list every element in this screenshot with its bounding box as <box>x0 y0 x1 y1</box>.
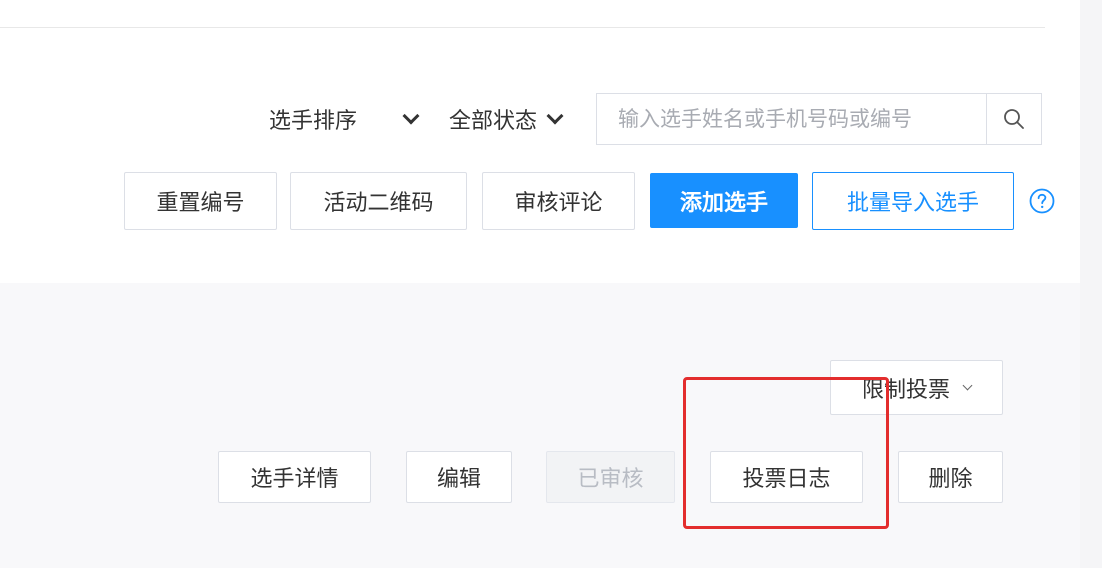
review-comments-label: 审核评论 <box>514 191 603 216</box>
activity-qr-label: 活动二维码 <box>323 191 434 216</box>
chevron-down-icon <box>402 107 420 125</box>
batch-import-label: 批量导入选手 <box>846 191 979 216</box>
player-detail-button[interactable]: 选手详情 <box>218 451 371 503</box>
reviewed-label: 已审核 <box>577 467 644 492</box>
player-sort-label: 选手排序 <box>269 109 358 134</box>
search-input[interactable] <box>597 94 986 144</box>
player-sort-select[interactable]: 选手排序 <box>269 103 420 135</box>
search-box <box>596 93 1042 145</box>
player-management-page: 选手排序 全部状态 重置编号 活动二维码 审核评论 添加选手 批量导入选手 <box>0 0 1102 568</box>
chevron-down-icon <box>962 380 973 391</box>
add-player-label: 添加选手 <box>679 190 768 216</box>
edit-button[interactable]: 编辑 <box>406 451 512 503</box>
status-filter-label: 全部状态 <box>449 109 538 134</box>
reset-number-button[interactable]: 重置编号 <box>124 172 277 230</box>
player-detail-label: 选手详情 <box>250 467 339 492</box>
reviewed-button[interactable]: 已审核 <box>546 451 675 503</box>
vote-log-label: 投票日志 <box>742 467 831 492</box>
top-divider <box>0 27 1045 28</box>
edit-label: 编辑 <box>436 467 481 492</box>
player-card-panel <box>0 283 1080 568</box>
right-scroll-rail <box>1080 0 1102 568</box>
activity-qr-button[interactable]: 活动二维码 <box>290 172 467 230</box>
help-icon[interactable] <box>1029 188 1055 214</box>
status-filter-select[interactable]: 全部状态 <box>449 103 564 135</box>
reset-number-label: 重置编号 <box>156 191 245 216</box>
search-button[interactable] <box>986 94 1041 144</box>
limit-vote-label: 限制投票 <box>861 377 950 403</box>
add-player-button[interactable]: 添加选手 <box>650 173 798 228</box>
batch-import-button[interactable]: 批量导入选手 <box>812 172 1014 230</box>
chevron-down-icon <box>546 107 564 125</box>
search-icon <box>1004 109 1024 129</box>
review-comments-button[interactable]: 审核评论 <box>482 172 635 230</box>
limit-vote-dropdown[interactable]: 限制投票 <box>830 360 1003 415</box>
delete-label: 删除 <box>928 467 973 492</box>
vote-log-button[interactable]: 投票日志 <box>710 451 863 503</box>
delete-button[interactable]: 删除 <box>898 451 1003 503</box>
